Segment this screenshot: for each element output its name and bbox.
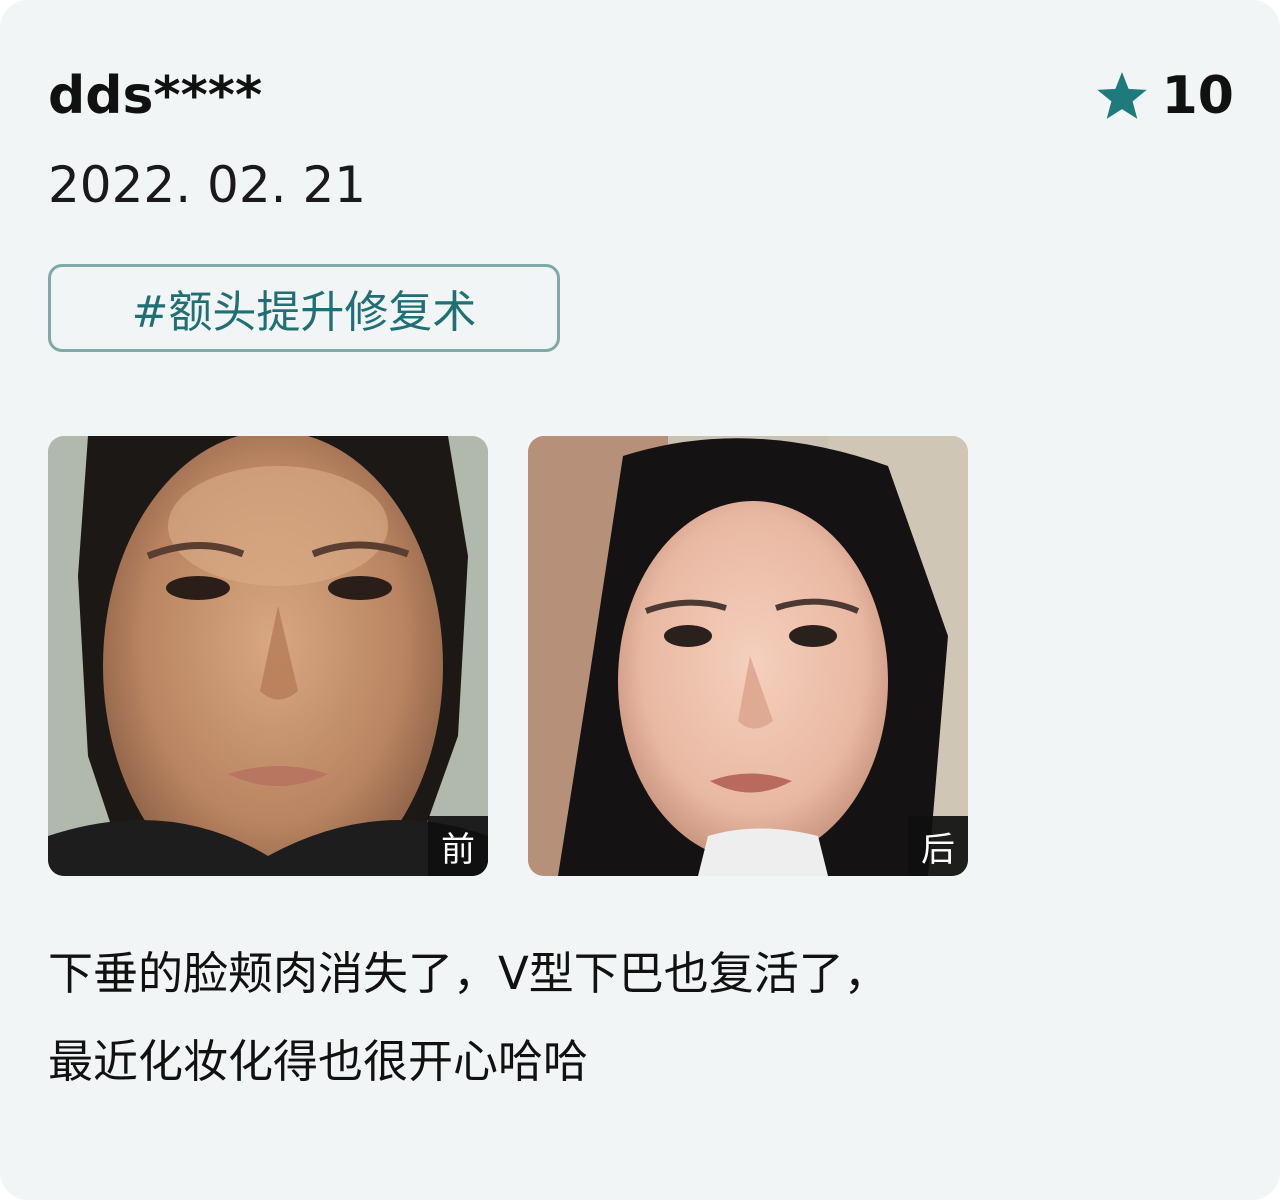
rating-value: 10 — [1161, 66, 1234, 126]
before-face-image — [48, 436, 488, 876]
after-label: 后 — [908, 816, 968, 876]
review-text: 下垂的脸颊肉消失了，V型下巴也复活了， 最近化妆化得也很开心哈哈 — [48, 930, 1228, 1106]
rating: 10 — [1096, 60, 1234, 132]
after-photo[interactable]: 后 — [528, 436, 968, 876]
review-card: dds**** 10 2022. 02. 21 #额头提升修复术 前 后 下垂的… — [0, 0, 1280, 1200]
review-text-line: 最近化妆化得也很开心哈哈 — [48, 1035, 589, 1088]
review-date: 2022. 02. 21 — [48, 156, 367, 214]
before-photo[interactable]: 前 — [48, 436, 488, 876]
procedure-tag[interactable]: #额头提升修复术 — [48, 264, 560, 352]
star-icon — [1096, 72, 1147, 119]
before-label: 前 — [428, 816, 488, 876]
reviewer-username: dds**** — [48, 66, 263, 126]
after-face-image — [528, 436, 968, 876]
review-text-line: 下垂的脸颊肉消失了，V型下巴也复活了， — [48, 947, 889, 1000]
